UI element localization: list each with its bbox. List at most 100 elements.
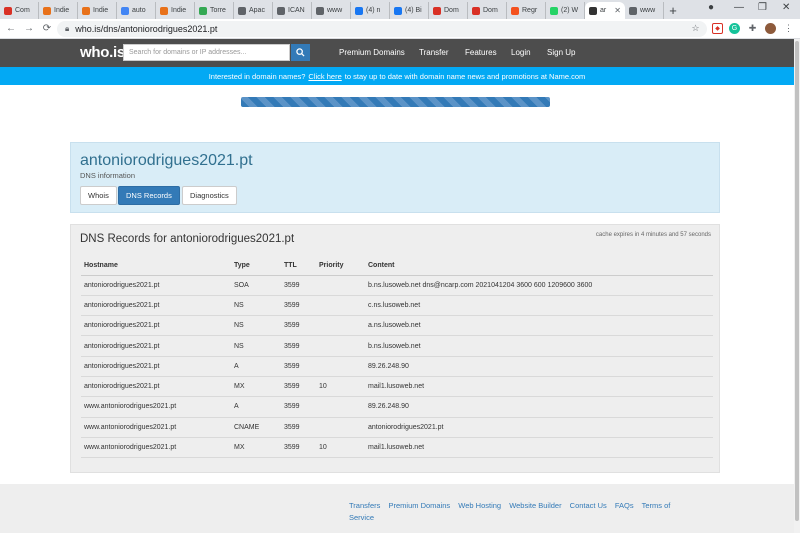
browser-tab[interactable]: Indie [78,2,117,19]
browser-tab[interactable]: www [625,2,664,19]
cell-hostname: antoniorodrigues2021.pt [81,275,231,296]
gmail-icon [433,6,441,15]
profile-menu-icon[interactable]: ● [708,2,714,13]
browser-tab[interactable]: www [312,2,351,19]
tab-whois[interactable]: Whois [80,186,117,205]
facebook-icon [394,6,402,15]
loading-progress-bar [241,97,550,107]
cell-type: NS [231,295,281,317]
progress-fill [241,97,550,107]
browser-tab[interactable]: ar ✕ [585,2,625,19]
browser-tab[interactable]: auto [117,2,156,19]
cache-note: cache expires in 4 minutes and 57 second… [595,232,711,238]
footer-link[interactable]: Contact Us [570,501,607,510]
footer-link[interactable]: Premium Domains [389,501,451,510]
page-scrollbar[interactable] [794,39,800,533]
cell-content: mail1.lusoweb.net [365,376,713,398]
google-icon [121,6,129,15]
footer-link[interactable]: Web Hosting [458,501,501,510]
column-header-priority: Priority [316,256,365,276]
reload-icon[interactable]: ⟳ [40,23,54,34]
browser-tab[interactable]: (2) W [546,2,585,19]
forward-icon[interactable]: → [22,23,36,34]
restore-icon[interactable]: ❐ [758,2,767,13]
cell-content: mail1.lusoweb.net [365,437,713,459]
cell-type: SOA [231,275,281,296]
cell-ttl: 3599 [281,396,316,418]
browser-tab-label: ar [600,7,607,14]
scrollbar-thumb[interactable] [795,41,799,521]
browser-tab[interactable]: Regr [507,2,546,19]
cell-content: 89.26.248.90 [365,356,713,377]
cell-ttl: 3599 [281,376,316,398]
extension-shield-icon[interactable]: ◆ [712,23,723,34]
browser-tab[interactable]: Torre [195,2,234,19]
browser-tab[interactable]: Indie [156,2,195,19]
browser-tab[interactable]: ICAN [273,2,312,19]
nav-login[interactable]: Login [511,48,531,57]
nav-sign-up[interactable]: Sign Up [547,48,575,57]
cell-priority: 10 [316,437,365,459]
browser-tab[interactable]: Indie [39,2,78,19]
cell-type: A [231,396,281,418]
browser-tab-label: Torre [210,7,226,14]
browser-tab[interactable]: Apac [234,2,273,19]
site-footer: Transfers Premium Domains Web Hosting We… [0,484,794,533]
browser-tab-label: ICAN [288,7,305,14]
minimize-icon[interactable]: — [734,2,744,13]
extensions-puzzle-icon[interactable]: ✚ [747,23,758,34]
close-window-icon[interactable]: ✕ [782,2,790,13]
cell-type: NS [231,335,281,357]
banner-prefix: Interested in domain names? [208,71,306,81]
browser-tab[interactable]: Dom [468,2,507,19]
cell-ttl: 3599 [281,417,316,438]
browser-tab-label: Dom [444,7,459,14]
globe-icon [238,6,246,15]
indie-icon [43,6,51,15]
browser-tab-label: (4) Bi [405,7,422,14]
whois-icon [589,6,597,15]
cell-priority [316,396,365,418]
maps-icon [199,6,207,15]
cell-type: A [231,356,281,377]
cell-hostname: antoniorodrigues2021.pt [81,356,231,377]
cell-ttl: 3599 [281,315,316,337]
nav-transfer[interactable]: Transfer [419,48,449,57]
browser-tab[interactable]: (4) n [351,2,390,19]
browser-menu-icon[interactable]: ⋮ [783,23,794,34]
footer-link[interactable]: Transfers [349,501,380,510]
table-row: www.antoniorodrigues2021.pt MX 3599 10 mail1… [81,437,713,459]
table-row: antoniorodrigues2021.pt SOA 3599 b.ns.lusow… [81,275,713,296]
nav-premium-domains[interactable]: Premium Domains [339,48,405,57]
tab-dns-records[interactable]: DNS Records [118,186,180,205]
search-input[interactable]: Search for domains or IP addresses... [123,44,290,61]
browser-tab[interactable]: Dom [429,2,468,19]
browser-tab-label: Dom [483,7,498,14]
footer-link[interactable]: FAQs [615,501,634,510]
table-row: antoniorodrigues2021.pt NS 3599 a.ns.lusowe… [81,315,713,337]
table-row: antoniorodrigues2021.pt NS 3599 b.ns.lusowe… [81,335,713,357]
browser-tab[interactable]: (4) Bi [390,2,429,19]
bookmark-star-icon[interactable]: ☆ [690,23,701,34]
new-tab-icon[interactable]: + [664,2,682,19]
banner-link[interactable]: Click here [308,72,341,81]
back-icon[interactable]: ← [4,23,18,34]
grammarly-icon[interactable]: G [729,23,740,34]
dns-records-panel: DNS Records for antoniorodrigues2021.pt … [70,224,720,473]
tab-diagnostics[interactable]: Diagnostics [182,186,237,205]
close-tab-icon[interactable]: ✕ [614,6,621,15]
dns-records-title: DNS Records for antoniorodrigues2021.pt [80,233,295,245]
nav-features[interactable]: Features [465,48,497,57]
cell-ttl: 3599 [281,295,316,317]
cell-content: b.ns.lusoweb.net dns@ncarp.com 202104120… [365,275,713,296]
search-button[interactable] [291,44,310,61]
address-bar[interactable]: 🔒︎ who.is/dns/antoniorodrigues2021.pt [57,21,707,37]
site-logo[interactable]: who.is [80,44,125,61]
avatar[interactable] [765,23,776,34]
browser-tab[interactable]: Com [0,2,39,19]
footer-link[interactable]: Website Builder [509,501,561,510]
column-header-hostname: Hostname [81,256,231,276]
domain-panel: antoniorodrigues2021.pt DNS information … [70,142,720,213]
whatsapp-icon [550,6,558,15]
cell-type: CNAME [231,417,281,438]
